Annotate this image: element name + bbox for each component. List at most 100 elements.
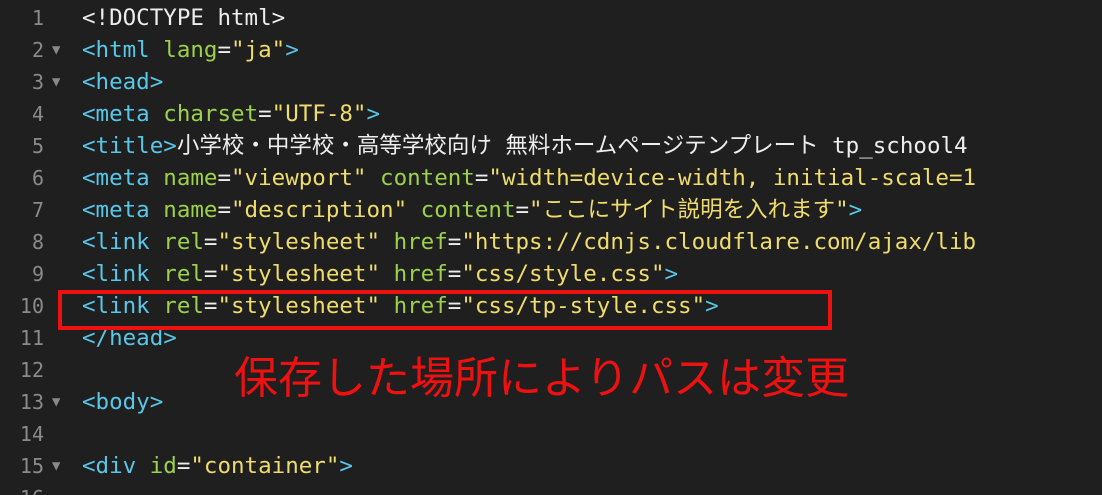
code-token: href <box>393 261 448 287</box>
code-token: rel <box>163 229 204 255</box>
code-token: > <box>366 101 381 127</box>
code-line[interactable]: 7 <meta name="description" content="ここにサイ… <box>0 194 1102 226</box>
code-token: "width=device-width, initial-scale=1 <box>488 165 977 191</box>
code-token: "viewport" <box>231 165 367 191</box>
line-number: 14 <box>19 422 44 446</box>
line-number: 13 <box>19 390 44 414</box>
code-line[interactable]: 15 ▼ <div id="container"> <box>0 450 1102 482</box>
code-line[interactable]: 6 <meta name="viewport" content="width=de… <box>0 162 1102 194</box>
triangle-down-icon[interactable]: ▼ <box>52 450 68 482</box>
code-token: <link <box>82 229 150 255</box>
code-token: "https://cdnjs.cloudflare.com/ajax/lib <box>461 229 977 255</box>
code-line[interactable]: 3 ▼ <head> <box>0 66 1102 98</box>
code-token: <link <box>82 261 150 287</box>
code-text: <link rel="stylesheet" href="https://cdn… <box>82 226 976 258</box>
code-line[interactable]: 8 <link rel="stylesheet" href="https://cd… <box>0 226 1102 258</box>
code-token: content <box>380 165 475 191</box>
code-text: <!DOCTYPE html> <box>82 2 285 34</box>
code-token: <div <box>82 453 137 479</box>
code-token: = <box>515 197 530 223</box>
code-text: <link rel="stylesheet" href="css/style.c… <box>82 258 678 290</box>
code-line[interactable]: 2 ▼ <html lang="ja"> <box>0 34 1102 66</box>
line-number: 9 <box>31 262 44 286</box>
code-token: > <box>664 261 679 287</box>
code-editor[interactable]: 1 <!DOCTYPE html> 2 ▼ <html lang="ja"> 3 ▼ <hea… <box>0 0 1102 495</box>
code-token: "stylesheet" <box>217 229 381 255</box>
code-line[interactable]: 1 <!DOCTYPE html> <box>0 2 1102 34</box>
code-text: <meta name="viewport" content="width=dev… <box>82 162 976 194</box>
line-number: 4 <box>31 102 44 126</box>
code-token: href <box>393 229 448 255</box>
code-token: name <box>163 197 218 223</box>
line-number: 1 <box>31 6 44 30</box>
line-number: 12 <box>19 358 44 382</box>
annotation-note: 保存した場所によりパスは変更 <box>234 353 850 404</box>
code-token: = <box>217 165 232 191</box>
code-token: <html <box>82 37 150 63</box>
code-token: lang <box>163 37 218 63</box>
code-line[interactable]: 5 <title>小学校・中学校・高等学校向け 無料ホームページテンプレート tp… <box>0 130 1102 162</box>
code-line[interactable]: 14 <box>0 418 1102 450</box>
code-token: <head> <box>82 69 164 95</box>
code-token: = <box>203 229 218 255</box>
code-token: "css/style.css" <box>461 261 665 287</box>
line-number: 3 <box>31 70 44 94</box>
code-token: "stylesheet" <box>217 261 381 287</box>
code-token: <title> <box>82 133 177 159</box>
code-text: <html lang="ja"> <box>82 34 299 66</box>
code-token: = <box>203 261 218 287</box>
triangle-down-icon[interactable]: ▼ <box>52 66 68 98</box>
code-token: "ここにサイト説明を入れます" <box>529 197 849 223</box>
highlight-box <box>58 290 832 330</box>
code-token: "ja" <box>231 37 286 63</box>
triangle-down-icon[interactable]: ▼ <box>52 386 68 418</box>
code-line[interactable]: 9 <link rel="stylesheet" href="css/style.… <box>0 258 1102 290</box>
code-text: <head> <box>82 66 163 98</box>
code-token: = <box>258 101 272 127</box>
code-token: 小学校・中学校・高等学校向け 無料ホームページテンプレート tp_school4 <box>176 133 968 159</box>
line-number: 2 <box>31 38 44 62</box>
triangle-down-icon[interactable]: ▼ <box>52 34 68 66</box>
code-text: <body> <box>82 386 163 418</box>
line-number: 15 <box>19 454 44 478</box>
line-number: 11 <box>19 326 44 350</box>
line-number: 7 <box>31 198 44 222</box>
code-token: <!DOCTYPE html> <box>82 5 286 31</box>
code-token: "UTF-8" <box>271 101 367 127</box>
code-text: <div id="container"> <box>82 450 353 482</box>
code-token: rel <box>163 261 204 287</box>
code-line[interactable]: 16 <box>0 482 1102 495</box>
line-number: 6 <box>31 166 44 190</box>
code-token: "description" <box>231 197 408 223</box>
code-text: <meta charset="UTF-8"> <box>82 98 380 130</box>
line-number: 10 <box>19 294 44 318</box>
code-token: = <box>217 37 232 63</box>
code-token: <body> <box>82 389 164 415</box>
code-token: = <box>447 229 462 255</box>
code-token: id <box>149 453 177 479</box>
code-token: = <box>474 165 489 191</box>
code-text: <meta name="description" content="ここにサイト… <box>82 194 862 226</box>
code-token: <meta <box>82 165 150 191</box>
code-token: name <box>163 165 218 191</box>
code-token: > <box>848 197 863 223</box>
code-line[interactable]: 4 <meta charset="UTF-8"> <box>0 98 1102 130</box>
code-text: <title>小学校・中学校・高等学校向け 無料ホームページテンプレート tp_… <box>82 130 968 162</box>
code-token: "container" <box>190 453 340 479</box>
line-number: 5 <box>31 134 44 158</box>
line-number: 8 <box>31 230 44 254</box>
code-token: > <box>339 453 353 479</box>
code-token: = <box>176 453 191 479</box>
code-token: = <box>217 197 232 223</box>
code-token: <meta <box>82 101 150 127</box>
